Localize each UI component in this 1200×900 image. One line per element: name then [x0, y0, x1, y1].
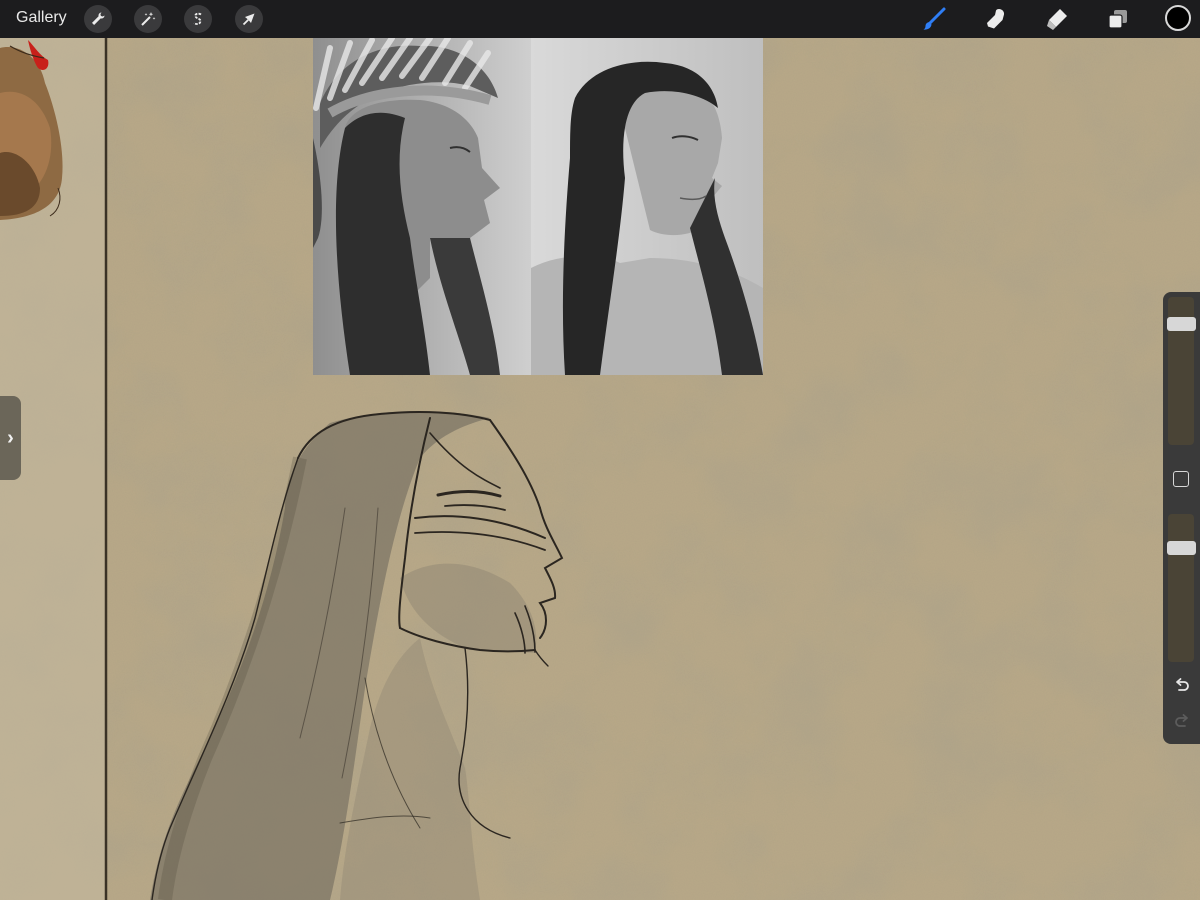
- brush-opacity-thumb[interactable]: [1167, 540, 1196, 555]
- selection-button[interactable]: [184, 5, 212, 33]
- eraser-button[interactable]: [1043, 5, 1071, 33]
- selection-s-icon: [193, 12, 202, 25]
- expand-panel-handle[interactable]: ›: [0, 396, 21, 480]
- brush-opacity-slider[interactable]: [1167, 514, 1196, 662]
- actions-button[interactable]: [84, 5, 112, 33]
- wrench-icon: [92, 12, 105, 25]
- top-toolbar: Gallery: [0, 0, 1200, 38]
- magic-wand-icon: [141, 12, 156, 26]
- brush-icon: [923, 7, 946, 30]
- adjustments-button[interactable]: [134, 5, 162, 33]
- eraser-icon: [1047, 9, 1067, 30]
- brush-button[interactable]: [920, 5, 948, 33]
- reference-photo-headdress: [313, 38, 531, 375]
- smudge-finger-icon: [987, 9, 1005, 29]
- undo-button[interactable]: [1171, 674, 1193, 696]
- chevron-right-icon: ›: [7, 426, 14, 449]
- brush-sidebar: [1163, 292, 1200, 744]
- brush-size-slider[interactable]: [1167, 297, 1196, 445]
- layers-icon: [1108, 10, 1127, 29]
- reference-photo-long-hair: [531, 38, 763, 376]
- redo-button[interactable]: [1171, 710, 1193, 732]
- modify-button[interactable]: [1173, 471, 1189, 487]
- layers-button[interactable]: [1104, 5, 1132, 33]
- gallery-button[interactable]: Gallery: [16, 9, 67, 27]
- color-swatch[interactable]: [1165, 5, 1191, 31]
- arrow-cursor-icon: [242, 13, 255, 26]
- smudge-button[interactable]: [982, 5, 1010, 33]
- undo-icon: [1176, 678, 1189, 691]
- brush-size-thumb[interactable]: [1167, 317, 1196, 332]
- canvas-artwork: [0, 38, 1200, 900]
- transform-button[interactable]: [235, 5, 263, 33]
- redo-icon: [1175, 714, 1188, 727]
- drawing-canvas[interactable]: ›: [0, 38, 1200, 900]
